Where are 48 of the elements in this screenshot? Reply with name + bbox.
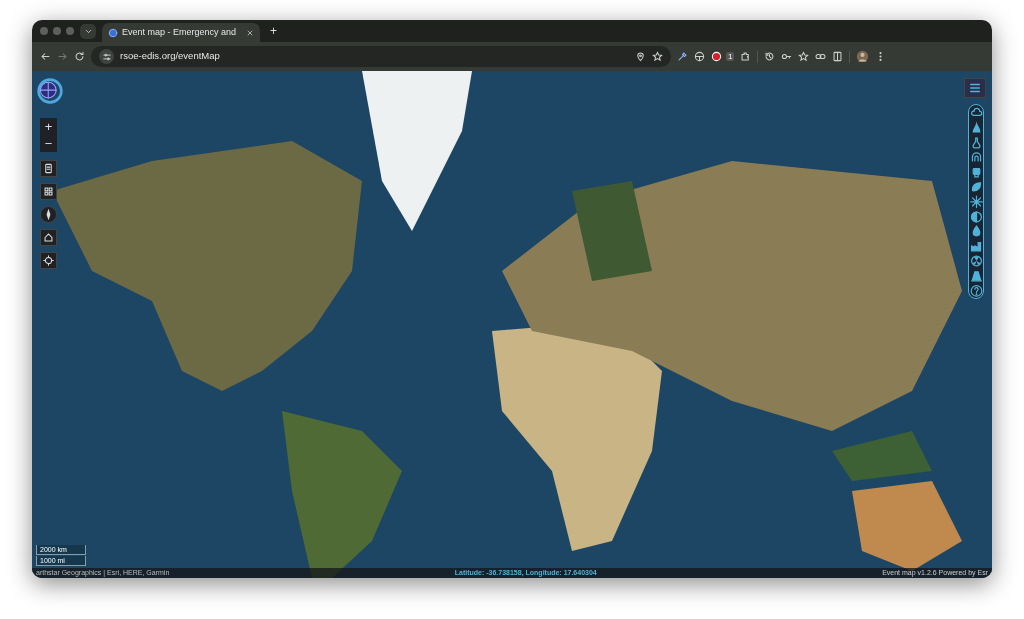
half-globe-icon[interactable] xyxy=(969,209,983,224)
arch-icon[interactable] xyxy=(969,150,983,165)
locate-button[interactable] xyxy=(40,252,57,269)
home-button[interactable] xyxy=(40,229,57,246)
grid-button[interactable] xyxy=(40,183,57,200)
factory-icon[interactable] xyxy=(969,239,983,253)
locate-icon xyxy=(43,255,54,266)
link-icon[interactable] xyxy=(815,51,827,62)
history-icon[interactable] xyxy=(764,51,776,62)
location-pin-icon[interactable] xyxy=(635,51,646,62)
extension-badge: 1 xyxy=(726,52,735,61)
close-icon[interactable] xyxy=(246,28,254,37)
home-icon xyxy=(43,232,54,243)
back-icon[interactable] xyxy=(40,51,51,62)
site-settings-button[interactable] xyxy=(99,49,114,64)
star-list-icon[interactable] xyxy=(798,51,810,62)
reload-icon[interactable] xyxy=(74,51,85,62)
address-bar[interactable]: rsoe-edis.org/eventMap xyxy=(91,46,671,67)
burst-icon[interactable] xyxy=(969,194,983,209)
record-icon xyxy=(711,51,722,62)
cone-icon[interactable] xyxy=(969,268,983,283)
radiation-icon[interactable] xyxy=(969,253,983,268)
leaf-icon[interactable] xyxy=(969,180,983,194)
tab-title: Event map - Emergency and xyxy=(122,25,238,39)
help-icon[interactable] xyxy=(969,283,983,298)
browser-tab[interactable]: Event map - Emergency and xyxy=(102,23,260,42)
sidebar-icon[interactable] xyxy=(832,51,844,62)
grid-icon xyxy=(43,186,54,197)
menu-button[interactable] xyxy=(964,78,986,98)
puzzle-icon[interactable] xyxy=(740,51,752,62)
globe-icon xyxy=(108,27,118,38)
page-button[interactable] xyxy=(40,160,57,177)
menu-icon xyxy=(968,81,982,95)
extension-button[interactable] xyxy=(711,51,722,62)
new-tab-button[interactable]: + xyxy=(266,25,281,37)
page-icon xyxy=(43,163,54,174)
key-icon[interactable] xyxy=(781,51,793,62)
forward-icon[interactable] xyxy=(57,51,68,62)
url-text: rsoe-edis.org/eventMap xyxy=(120,49,221,64)
compass-icon xyxy=(43,209,54,220)
avatar-icon[interactable] xyxy=(856,50,870,63)
zoom-in-button[interactable]: + xyxy=(40,118,57,135)
flask-icon[interactable] xyxy=(969,135,983,150)
sliders-icon xyxy=(101,51,112,62)
globe-logo-icon xyxy=(36,77,64,105)
star-icon[interactable] xyxy=(652,51,663,62)
zoom-out-button[interactable]: − xyxy=(40,135,57,152)
steering-wheel-icon[interactable] xyxy=(694,51,705,62)
